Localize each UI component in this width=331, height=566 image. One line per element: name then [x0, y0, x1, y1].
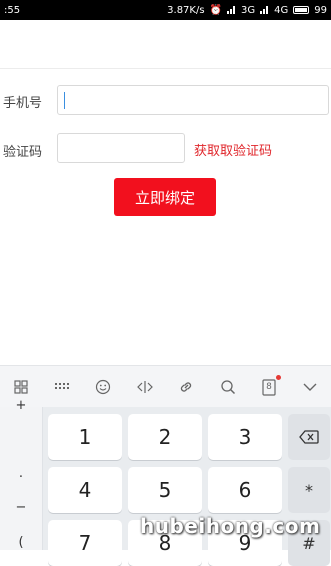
header-divider	[0, 68, 331, 69]
phone-row: 手机号	[0, 92, 57, 111]
alarm-icon: ⏰	[209, 4, 223, 16]
network-4g: 4G	[274, 4, 289, 16]
phone-input[interactable]	[57, 85, 329, 115]
backspace-icon	[299, 430, 319, 444]
key-5[interactable]: 5	[128, 467, 202, 513]
symbol-key-plus[interactable]: +	[0, 398, 42, 413]
search-icon[interactable]	[217, 376, 239, 398]
status-right: 3.87K/s ⏰ 3G 4G 99	[167, 5, 327, 16]
text-cursor	[64, 92, 65, 109]
key-3[interactable]: 3	[208, 414, 282, 460]
network-3g: 3G	[241, 4, 256, 16]
battery-icon	[293, 6, 310, 14]
watermark: hubeihong.com	[140, 514, 321, 538]
key-1[interactable]: 1	[48, 414, 122, 460]
get-code-link[interactable]: 获取取验证码	[194, 140, 272, 159]
symbol-key-dot[interactable]: .	[0, 466, 42, 481]
backspace-key[interactable]	[288, 414, 330, 460]
key-2[interactable]: 2	[128, 414, 202, 460]
multiply-key[interactable]: *	[288, 467, 330, 513]
emoji-icon[interactable]	[92, 376, 114, 398]
notification-dot	[275, 375, 281, 380]
grid-icon[interactable]	[10, 376, 32, 398]
key-4[interactable]: 4	[48, 467, 122, 513]
network-speed: 3.87K/s	[167, 4, 205, 16]
battery-level: 99	[314, 4, 327, 16]
code-label: 验证码	[3, 145, 43, 160]
key-7[interactable]: 7	[48, 520, 122, 566]
code-input[interactable]	[57, 133, 185, 163]
keyboard-icon[interactable]	[51, 376, 73, 398]
clipboard-badge: 8	[266, 382, 272, 392]
link-icon[interactable]	[175, 376, 197, 398]
chevron-down-icon[interactable]	[299, 376, 321, 398]
symbol-key-paren[interactable]: (	[0, 535, 42, 550]
bind-button[interactable]: 立即绑定	[114, 178, 216, 216]
clipboard-icon[interactable]: 8	[258, 375, 281, 398]
signal-icon	[260, 6, 269, 14]
symbol-key-minus[interactable]: −	[0, 500, 42, 515]
status-time: :55	[4, 4, 21, 16]
signal-icon	[227, 6, 236, 14]
key-6[interactable]: 6	[208, 467, 282, 513]
status-bar: :55 3.87K/s ⏰ 3G 4G 99	[0, 0, 331, 20]
phone-label: 手机号	[3, 96, 43, 111]
cursor-icon[interactable]	[134, 376, 156, 398]
code-row: 验证码	[0, 141, 57, 160]
keyboard-toolbar: 8	[0, 365, 331, 408]
